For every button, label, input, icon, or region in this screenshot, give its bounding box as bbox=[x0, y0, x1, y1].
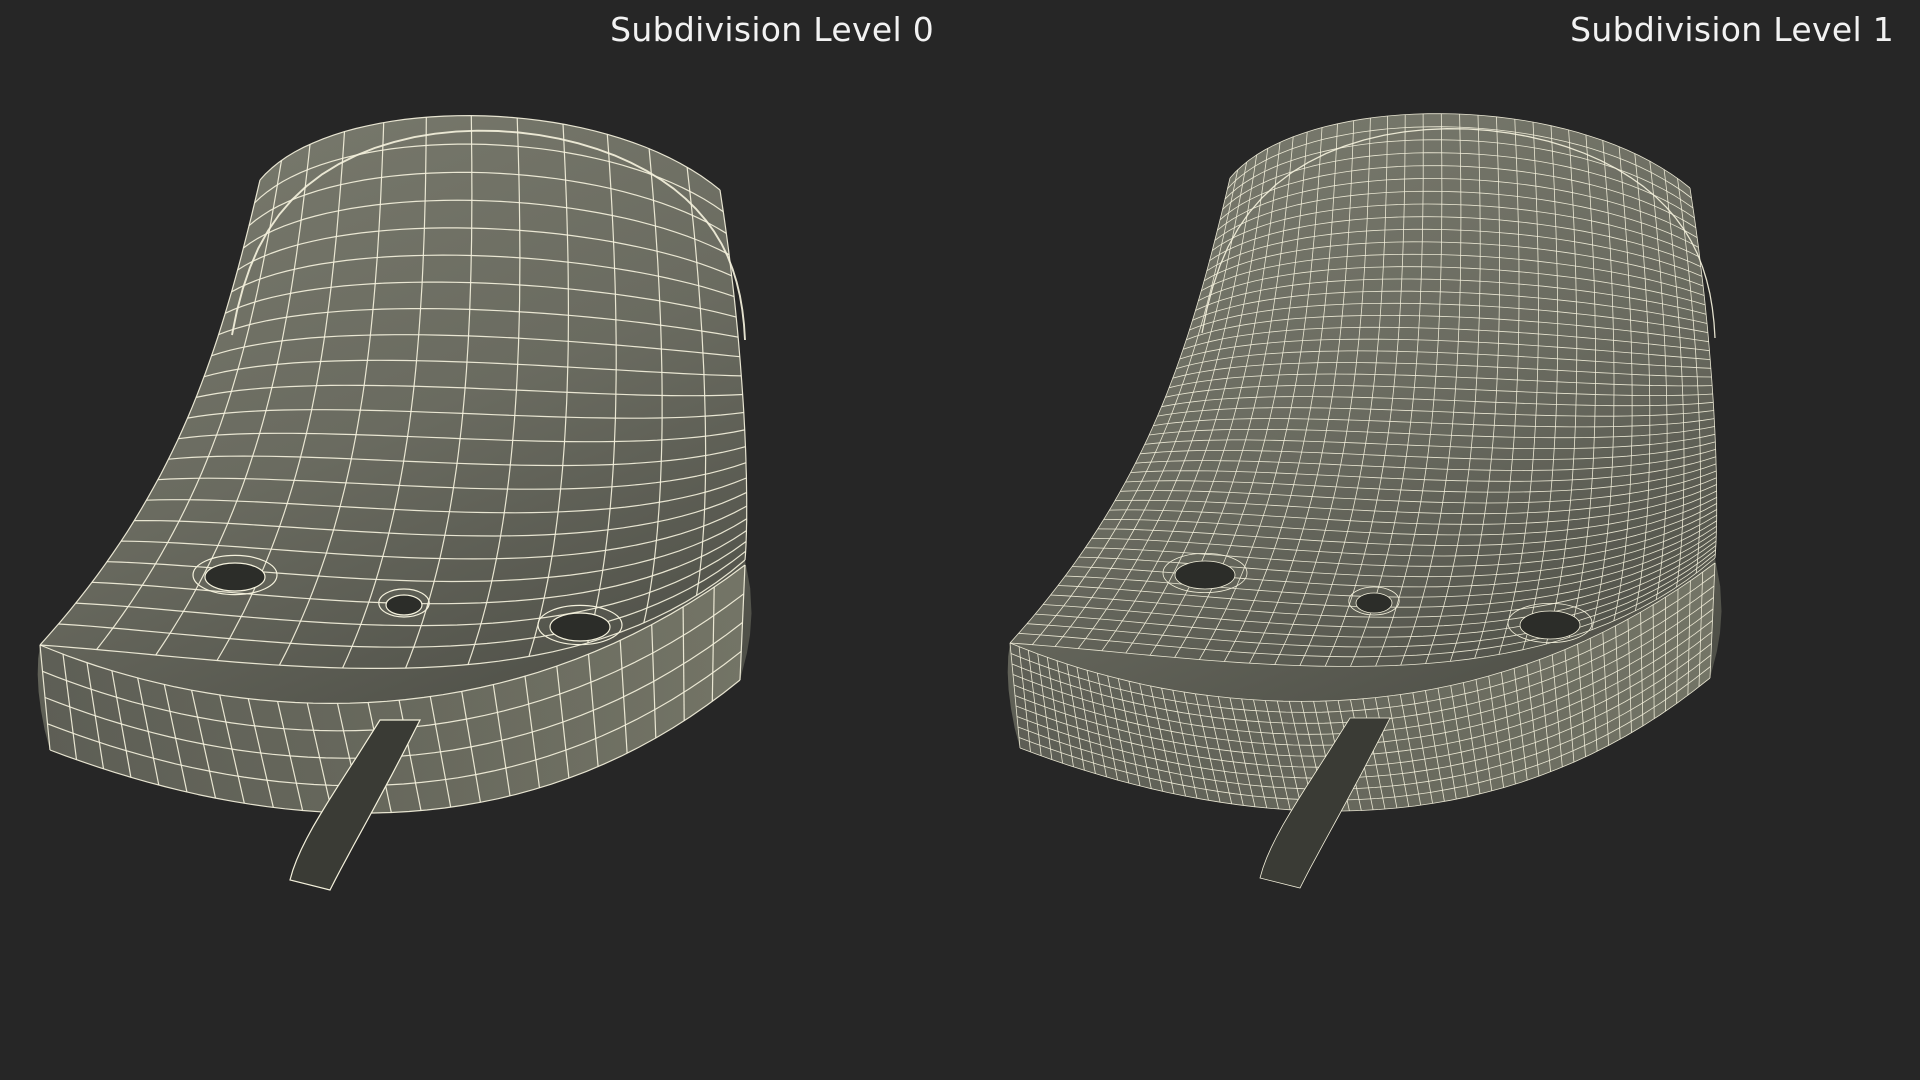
mount-hole bbox=[1174, 560, 1236, 590]
seat-mesh bbox=[37, 115, 752, 891]
mount-hole bbox=[1355, 592, 1393, 614]
mount-hole bbox=[385, 594, 423, 616]
seat-model-level-0 bbox=[37, 115, 752, 891]
render-viewport: Subdivision Level 0 Subdivision Level 1 bbox=[0, 0, 1920, 1080]
mount-hole bbox=[549, 612, 611, 642]
mount-hole bbox=[204, 562, 266, 592]
seat-mesh bbox=[1007, 113, 1722, 889]
seat-model-level-1 bbox=[1007, 113, 1722, 889]
mount-hole bbox=[1519, 610, 1581, 640]
